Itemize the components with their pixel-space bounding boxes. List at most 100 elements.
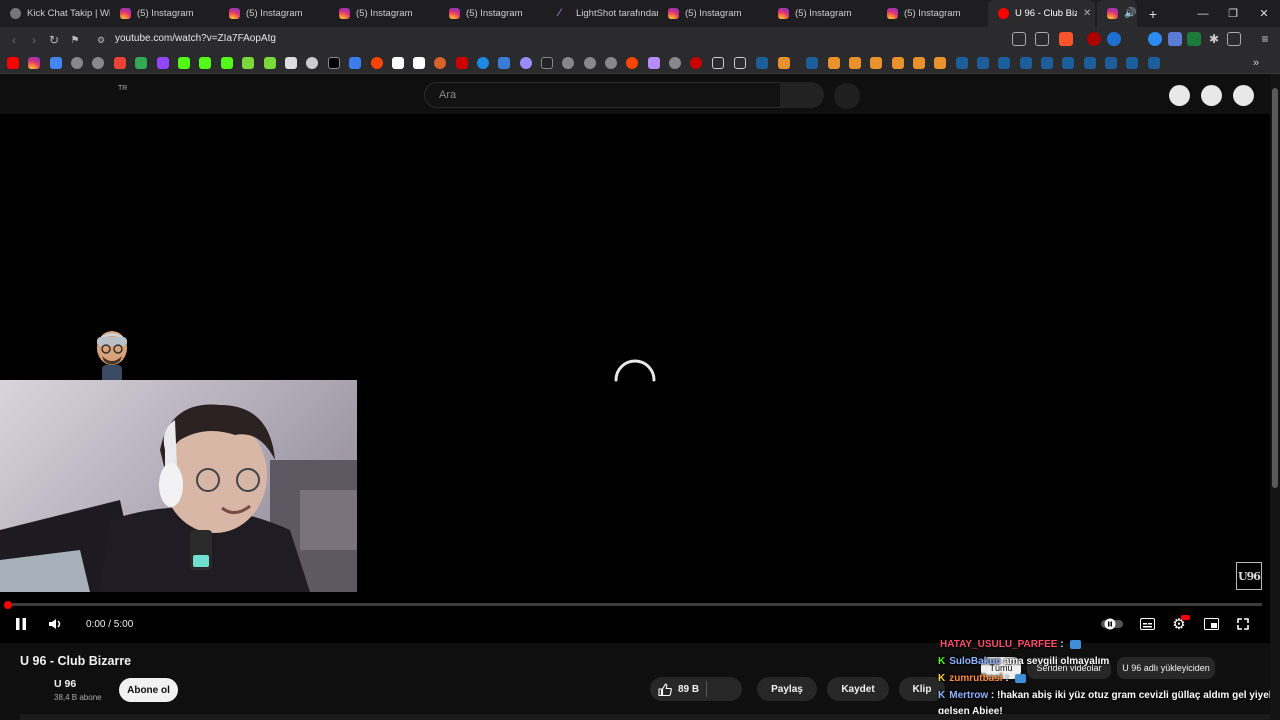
bookmark-kick-icon[interactable]: [541, 57, 553, 69]
bookmark-lightshot-icon[interactable]: [648, 57, 660, 69]
channel-name[interactable]: U 96: [54, 678, 76, 690]
bookmark-steam-icon[interactable]: [1041, 57, 1053, 69]
bookmark-translate-icon[interactable]: [50, 57, 62, 69]
extensions-puzzle-icon[interactable]: ✱: [1207, 32, 1221, 46]
bookmark-steam-icon[interactable]: [1126, 57, 1138, 69]
page-scrollbar[interactable]: [1270, 74, 1280, 720]
bookmark-icon[interactable]: [934, 57, 946, 69]
create-button[interactable]: [1169, 85, 1190, 106]
browser-tab[interactable]: (5) Instagram: [329, 0, 439, 27]
bookmark-steam-icon[interactable]: [1084, 57, 1096, 69]
bookmark-steam-icon[interactable]: [998, 57, 1010, 69]
bookmark-icon[interactable]: ⚑: [66, 31, 84, 49]
url-field[interactable]: youtube.com/watch?v=ZIa7FAopAtg: [115, 33, 276, 44]
share-icon[interactable]: [1035, 32, 1049, 46]
bookmark-icon[interactable]: [306, 57, 318, 69]
bookmark-icon[interactable]: [913, 57, 925, 69]
chip-uploader[interactable]: U 96 adlı yükleyiciden: [1117, 657, 1215, 679]
forward-icon[interactable]: ›: [25, 31, 43, 49]
fullscreen-icon[interactable]: [1233, 614, 1253, 634]
voice-search-button[interactable]: [834, 83, 860, 109]
bookmark-steam-icon[interactable]: [956, 57, 968, 69]
bookmark-youtube-icon[interactable]: [7, 57, 19, 69]
bookmark-drive-icon[interactable]: [135, 57, 147, 69]
bookmark-steam-icon[interactable]: [806, 57, 818, 69]
reload-icon[interactable]: ↻: [45, 31, 63, 49]
bookmark-icon[interactable]: [892, 57, 904, 69]
browser-tab[interactable]: (5) Instagram: [219, 0, 329, 27]
bookmark-extension-icon[interactable]: [264, 57, 276, 69]
ublock-icon[interactable]: [1087, 32, 1101, 46]
more-bookmarks-icon[interactable]: »: [1250, 57, 1262, 69]
bookmark-steam-icon[interactable]: [756, 57, 768, 69]
close-window-icon[interactable]: ✕: [1249, 0, 1279, 27]
bookmark-reddit-icon[interactable]: [626, 57, 638, 69]
bookmark-kick-icon[interactable]: [221, 57, 233, 69]
bookmark-extension-icon[interactable]: [242, 57, 254, 69]
browser-tab-pinned[interactable]: 🔊: [1097, 0, 1137, 27]
bookmark-reddit-icon[interactable]: [371, 57, 383, 69]
bookmark-folder-icon[interactable]: [734, 57, 746, 69]
bookmark-steam-icon[interactable]: [1148, 57, 1160, 69]
bookmark-icon[interactable]: [498, 57, 510, 69]
browser-tab[interactable]: (5) Instagram: [110, 0, 219, 27]
bookmark-anchor-icon[interactable]: [285, 57, 297, 69]
subscribe-button[interactable]: Abone ol: [119, 678, 178, 702]
browser-tab-active[interactable]: U 96 - Club Bizarre ✕: [988, 0, 1095, 27]
bookmark-icon[interactable]: [456, 57, 468, 69]
close-tab-icon[interactable]: ✕: [1083, 8, 1091, 19]
progress-scrubber[interactable]: [4, 601, 12, 609]
minimize-icon[interactable]: —: [1188, 0, 1218, 27]
notifications-button[interactable]: [1201, 85, 1222, 106]
bookmark-icon[interactable]: [690, 57, 702, 69]
progress-bar[interactable]: [8, 603, 1262, 606]
bookmark-globe-icon[interactable]: [584, 57, 596, 69]
bookmark-icon[interactable]: [349, 57, 361, 69]
search-input[interactable]: Ara: [424, 82, 781, 108]
bookmark-globe-icon[interactable]: [605, 57, 617, 69]
extension-icon[interactable]: [1187, 32, 1201, 46]
like-button[interactable]: 89 B: [650, 677, 742, 701]
search-button[interactable]: [780, 82, 824, 108]
avatar[interactable]: [1233, 85, 1254, 106]
bookmark-steam-icon[interactable]: [1105, 57, 1117, 69]
bookmark-globe-icon[interactable]: [562, 57, 574, 69]
back-icon[interactable]: ‹: [5, 31, 23, 49]
bookmark-globe-icon[interactable]: [71, 57, 83, 69]
bookmark-icon[interactable]: [520, 57, 532, 69]
bookmark-globe-icon[interactable]: [669, 57, 681, 69]
bookmark-icon[interactable]: [849, 57, 861, 69]
bookmark-steam-icon[interactable]: [1062, 57, 1074, 69]
bookmark-icon[interactable]: [477, 57, 489, 69]
autoplay-toggle[interactable]: [1101, 614, 1123, 634]
pause-icon[interactable]: [11, 614, 31, 634]
restore-icon[interactable]: ❐: [1218, 0, 1248, 27]
browser-tab[interactable]: (5) Instagram: [877, 0, 987, 27]
bookmark-kick-icon[interactable]: [199, 57, 211, 69]
bookmark-patreon-icon[interactable]: [392, 57, 404, 69]
cast-icon[interactable]: [1012, 32, 1026, 46]
bookmark-twitch-icon[interactable]: [157, 57, 169, 69]
scrollbar-thumb[interactable]: [1272, 88, 1278, 488]
bookmark-globe-icon[interactable]: [92, 57, 104, 69]
bookmark-instagram-icon[interactable]: [28, 57, 40, 69]
horizontal-scrollbar[interactable]: [20, 714, 1270, 720]
browser-tab[interactable]: ⁄ LightShot tarafından: [549, 0, 658, 27]
browser-tab[interactable]: Kick Chat Takip | Wich: [0, 0, 110, 27]
bookmark-x-icon[interactable]: [328, 57, 340, 69]
extension-icon[interactable]: [1168, 32, 1182, 46]
bookmark-icon[interactable]: [712, 57, 724, 69]
bookmark-icon[interactable]: [828, 57, 840, 69]
browser-tab[interactable]: (5) Instagram: [658, 0, 768, 27]
site-info-icon[interactable]: ⚙: [92, 31, 110, 49]
brave-shield-icon[interactable]: [1059, 32, 1073, 46]
new-tab-button[interactable]: +: [1138, 0, 1168, 27]
share-button[interactable]: Paylaş: [757, 677, 817, 701]
browser-tab[interactable]: (5) Instagram: [439, 0, 549, 27]
browser-tab[interactable]: (5) Instagram: [768, 0, 877, 27]
miniplayer-icon[interactable]: [1201, 614, 1221, 634]
bookmark-steam-icon[interactable]: [1020, 57, 1032, 69]
bookmark-icon[interactable]: [870, 57, 882, 69]
sidebar-icon[interactable]: [1227, 32, 1241, 46]
save-button[interactable]: Kaydet: [827, 677, 889, 701]
